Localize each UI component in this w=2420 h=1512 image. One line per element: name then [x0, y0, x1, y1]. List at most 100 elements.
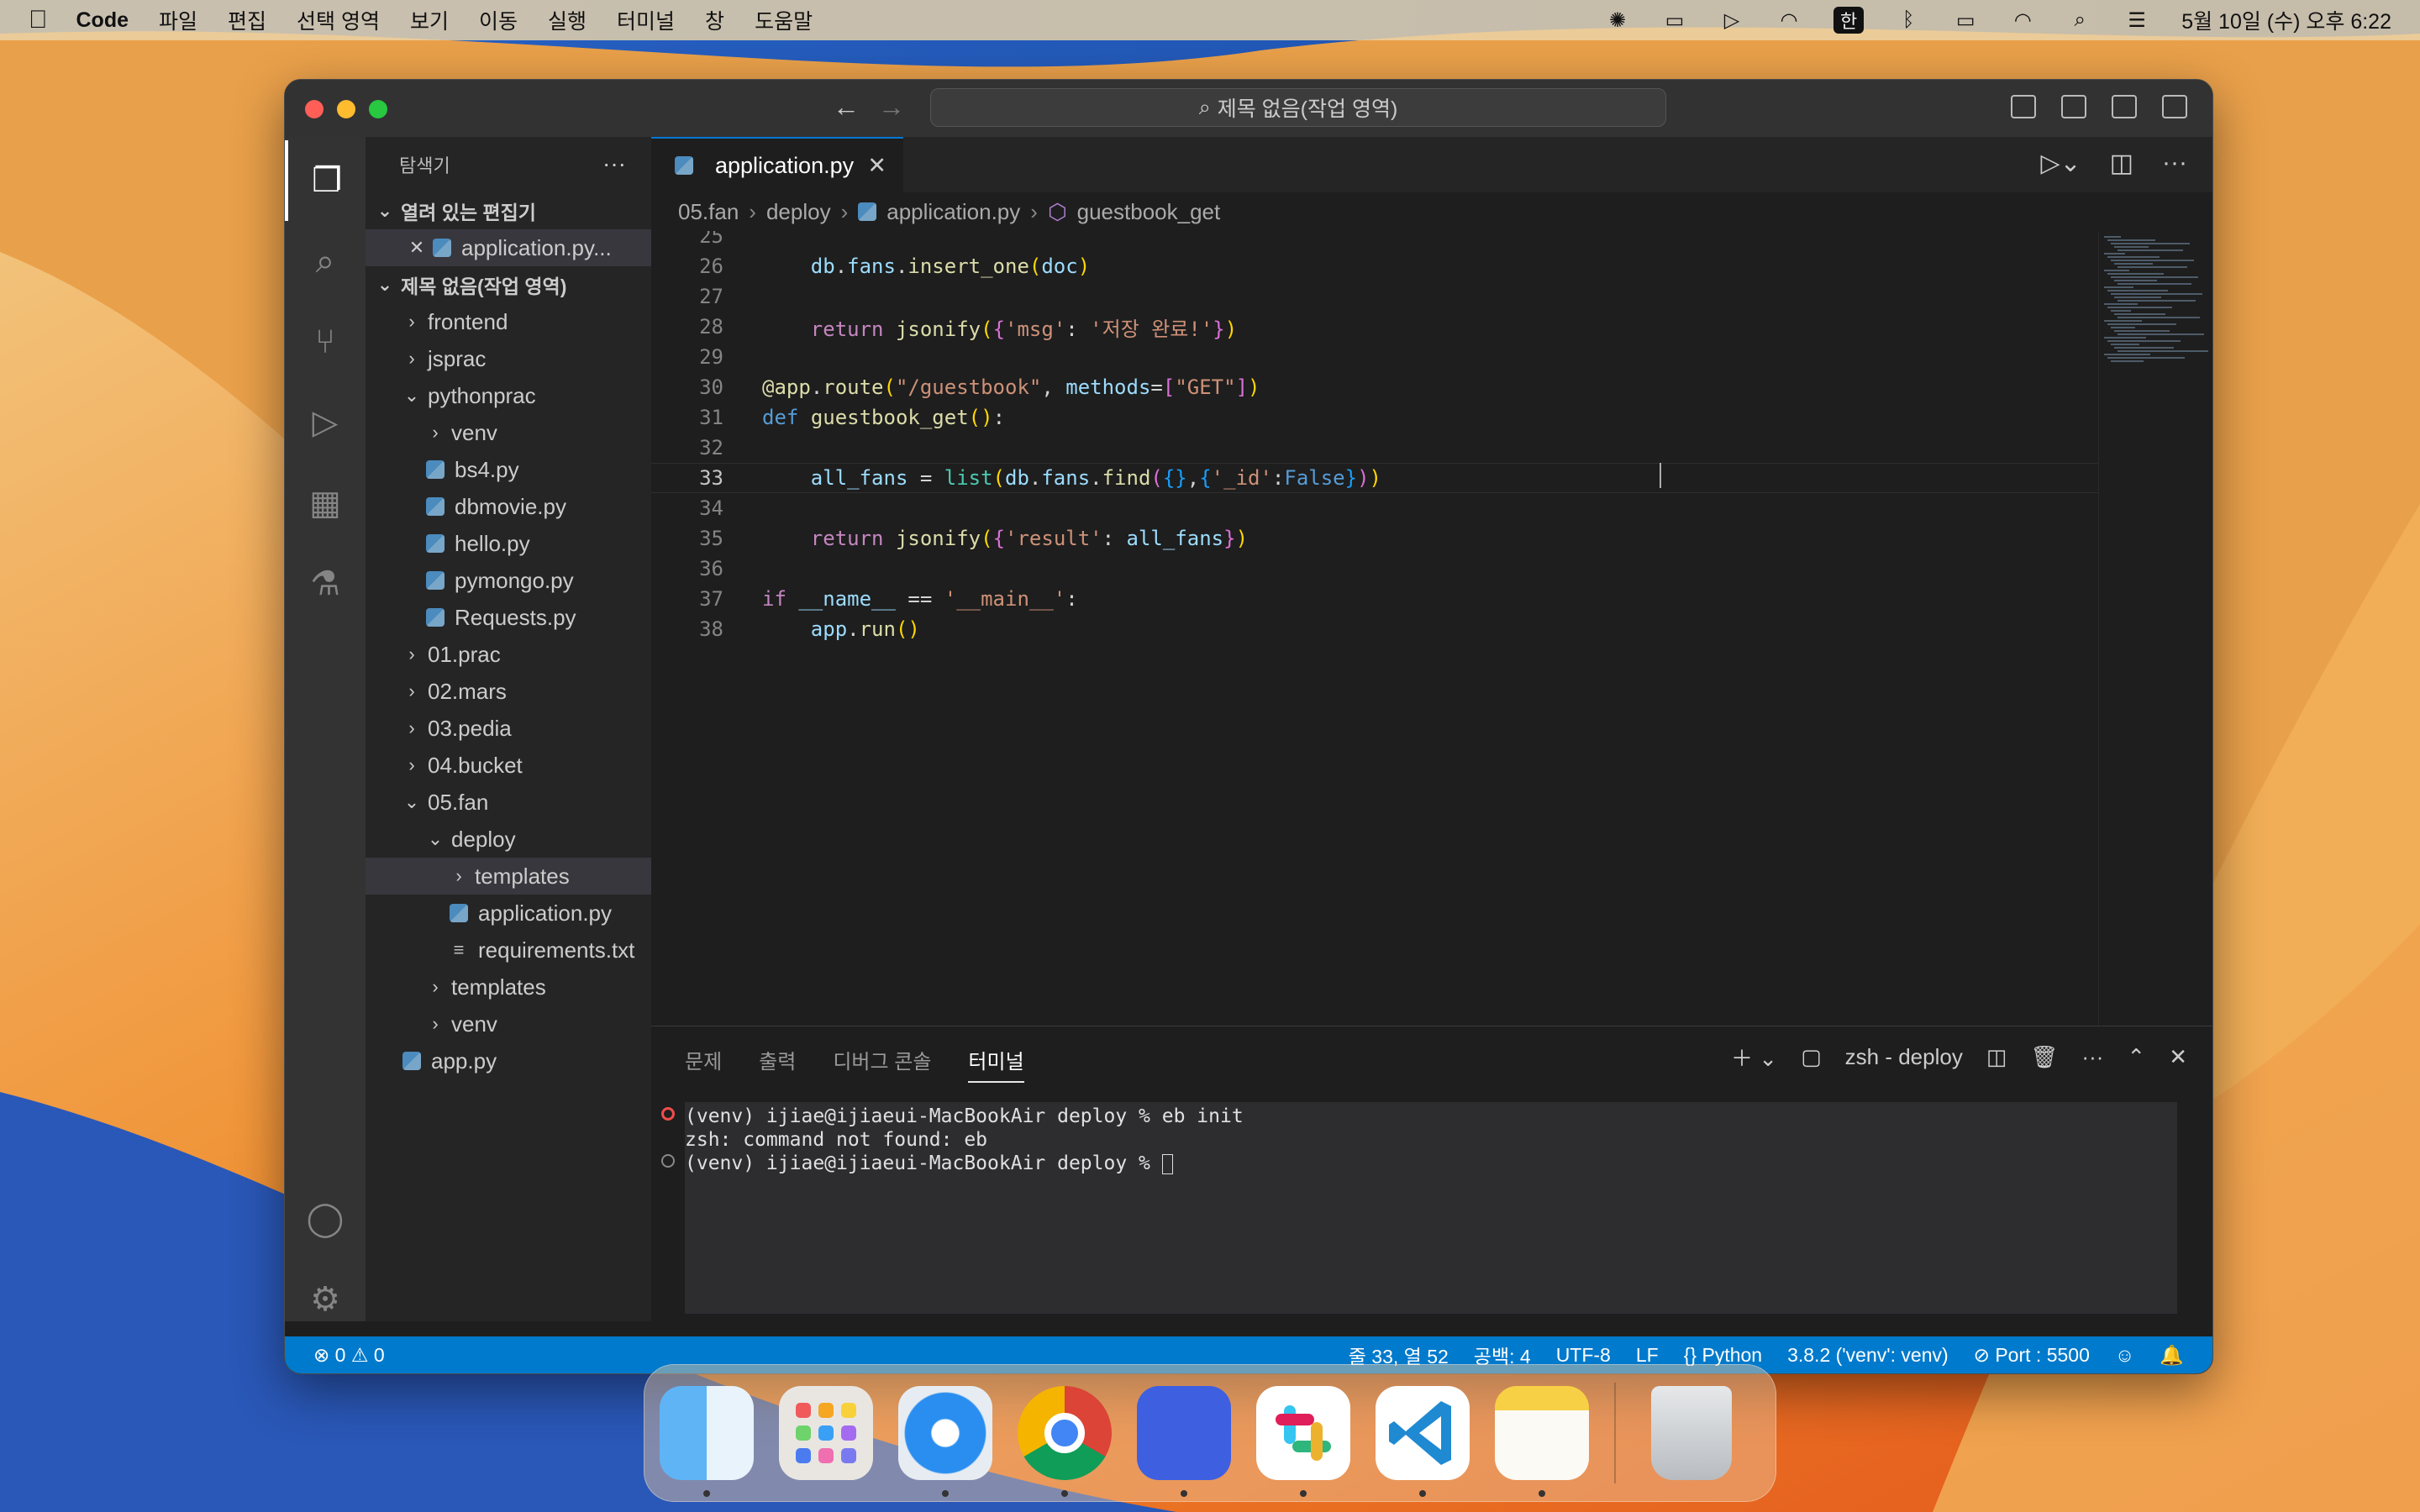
- chrome-icon[interactable]: [1018, 1386, 1112, 1497]
- tab-application-py[interactable]: application.py ✕: [651, 137, 903, 192]
- feedback-icon[interactable]: ☺: [2115, 1344, 2134, 1367]
- folder-item[interactable]: › venv: [366, 414, 651, 451]
- settings-gear-icon[interactable]: ⚙: [285, 1259, 366, 1340]
- tab-problems[interactable]: 문제: [685, 1045, 722, 1083]
- source-control-icon[interactable]: ⑂: [285, 302, 366, 382]
- workspace-section[interactable]: ⌄ 제목 없음(작업 영역): [366, 266, 651, 303]
- input-source-indicator[interactable]: 한: [1833, 7, 1865, 34]
- command-center-search[interactable]: ⌕ 제목 없음(작업 영역): [930, 88, 1666, 127]
- status-app-icon[interactable]: ✺: [1605, 7, 1630, 34]
- folder-item[interactable]: › templates: [366, 858, 651, 895]
- screen-mirror-icon[interactable]: ▭: [1662, 7, 1687, 34]
- extensions-icon[interactable]: ▦: [285, 463, 366, 543]
- code-line[interactable]: 25: [651, 231, 2098, 251]
- toggle-secondary-sidebar-icon[interactable]: [2112, 95, 2137, 118]
- code-line[interactable]: 37 if __name__ == '__main__':: [651, 584, 2098, 614]
- customize-layout-icon[interactable]: [2162, 95, 2187, 118]
- minimap[interactable]: [2098, 231, 2208, 1026]
- live-server-port[interactable]: ⊘ Port : 5500: [1974, 1344, 2090, 1367]
- file-item[interactable]: pymongo.py: [366, 562, 651, 599]
- folder-item[interactable]: ⌄ 05.fan: [366, 784, 651, 821]
- split-terminal-icon[interactable]: ◫: [1986, 1044, 2007, 1070]
- menu-run[interactable]: 실행: [548, 5, 587, 35]
- file-item[interactable]: Requests.py: [366, 599, 651, 636]
- back-arrow-icon[interactable]: ←: [833, 92, 860, 123]
- folder-item[interactable]: › jsprac: [366, 340, 651, 377]
- end-of-line[interactable]: LF: [1636, 1344, 1659, 1367]
- menu-terminal[interactable]: 터미널: [617, 5, 675, 35]
- code-line[interactable]: 34: [651, 493, 2098, 523]
- run-python-file-icon[interactable]: ▷⌄: [2040, 149, 2081, 178]
- code-line[interactable]: 28 return jsonify({'msg': '저장 완료!'}): [651, 312, 2098, 342]
- wifi-icon[interactable]: ◠: [2010, 7, 2035, 34]
- apple-icon[interactable]: : [29, 6, 48, 34]
- new-terminal-icon[interactable]: ＋ ⌄: [1731, 1042, 1777, 1073]
- more-actions-icon[interactable]: ···: [602, 150, 626, 177]
- explorer-icon[interactable]: ❐: [285, 140, 366, 221]
- menu-help[interactable]: 도움말: [755, 5, 813, 35]
- more-actions-icon[interactable]: ···: [2162, 149, 2187, 178]
- testing-flask-icon[interactable]: ⚗: [285, 543, 366, 624]
- code-line[interactable]: 35 return jsonify({'result': all_fans}): [651, 523, 2098, 554]
- launchpad-icon[interactable]: [779, 1386, 873, 1480]
- code-line[interactable]: 26 db.fans.insert_one(doc): [651, 251, 2098, 281]
- kill-terminal-trash-icon[interactable]: 🗑: [2030, 1044, 2058, 1070]
- open-editor-item[interactable]: ✕ application.py...: [366, 229, 651, 266]
- minimize-window-button[interactable]: [337, 100, 355, 118]
- breadcrumb-folder[interactable]: 05.fan: [678, 199, 739, 225]
- menu-clock[interactable]: 5월 10일 (수) 오후 6:22: [2181, 5, 2391, 35]
- folder-item[interactable]: › venv: [366, 1005, 651, 1042]
- run-debug-icon[interactable]: ▷: [285, 382, 366, 463]
- close-tab-icon[interactable]: ✕: [867, 153, 886, 179]
- menu-window[interactable]: 창: [705, 5, 724, 35]
- menu-go[interactable]: 이동: [479, 5, 518, 35]
- file-item[interactable]: application.py: [366, 895, 651, 932]
- terminal[interactable]: (venv) ijiae@ijiaeui-MacBookAir deploy %…: [661, 1102, 2177, 1314]
- menu-selection[interactable]: 선택 영역: [297, 5, 380, 35]
- code-line[interactable]: 27: [651, 281, 2098, 312]
- spotlight-search-icon[interactable]: ⌕: [2067, 7, 2092, 34]
- code-editor[interactable]: 25 26 db.fans.insert_one(doc) 27 28 return …: [651, 231, 2098, 1026]
- file-item[interactable]: dbmovie.py: [366, 488, 651, 525]
- split-editor-icon[interactable]: ◫: [2110, 149, 2133, 178]
- menu-edit[interactable]: 편집: [228, 5, 266, 35]
- encoding[interactable]: UTF-8: [1556, 1344, 1611, 1367]
- open-editors-section[interactable]: ⌄ 열려 있는 편집기: [366, 192, 651, 229]
- folder-item[interactable]: › 02.mars: [366, 673, 651, 710]
- close-window-button[interactable]: [305, 100, 324, 118]
- file-item[interactable]: ≡ requirements.txt: [366, 932, 651, 969]
- battery-icon[interactable]: ▭: [1953, 7, 1978, 34]
- folder-item[interactable]: › 03.pedia: [366, 710, 651, 747]
- file-item[interactable]: app.py: [366, 1042, 651, 1079]
- forward-arrow-icon[interactable]: →: [878, 92, 905, 123]
- python-interpreter[interactable]: 3.8.2 ('venv': venv): [1787, 1344, 1949, 1367]
- code-line[interactable]: 29: [651, 342, 2098, 372]
- tab-output[interactable]: 출력: [759, 1045, 796, 1083]
- control-center-icon[interactable]: ☰: [2124, 7, 2149, 34]
- folder-item[interactable]: › frontend: [366, 303, 651, 340]
- folder-item[interactable]: ⌄ pythonprac: [366, 377, 651, 414]
- menu-view[interactable]: 보기: [410, 5, 449, 35]
- bluetooth-icon[interactable]: ᛒ: [1896, 7, 1921, 34]
- maximize-panel-chevron-up-icon[interactable]: ⌃: [2127, 1044, 2145, 1070]
- notes-icon[interactable]: [1495, 1386, 1589, 1497]
- headphones-icon[interactable]: ◠: [1776, 7, 1802, 34]
- folder-item[interactable]: › templates: [366, 969, 651, 1005]
- notifications-bell-icon[interactable]: 🔔: [2160, 1344, 2184, 1367]
- toggle-panel-icon[interactable]: [2061, 95, 2086, 118]
- zoom-window-button[interactable]: [369, 100, 387, 118]
- more-actions-icon[interactable]: ···: [2081, 1044, 2103, 1070]
- file-item[interactable]: hello.py: [366, 525, 651, 562]
- menu-app-name[interactable]: Code: [76, 8, 129, 33]
- graph-app-icon[interactable]: [1137, 1386, 1231, 1497]
- slack-icon[interactable]: [1256, 1386, 1350, 1497]
- play-icon[interactable]: ▷: [1719, 7, 1744, 34]
- code-line[interactable]: 30 @app.route("/guestbook", methods=["GET…: [651, 372, 2098, 402]
- breadcrumb-folder[interactable]: deploy: [766, 199, 831, 225]
- file-item[interactable]: bs4.py: [366, 451, 651, 488]
- breadcrumb-file[interactable]: application.py: [886, 199, 1020, 225]
- safari-icon[interactable]: [898, 1386, 992, 1497]
- language-mode[interactable]: {} Python: [1684, 1344, 1762, 1367]
- vscode-dock-icon[interactable]: [1376, 1386, 1470, 1497]
- code-line[interactable]: 32: [651, 433, 2098, 463]
